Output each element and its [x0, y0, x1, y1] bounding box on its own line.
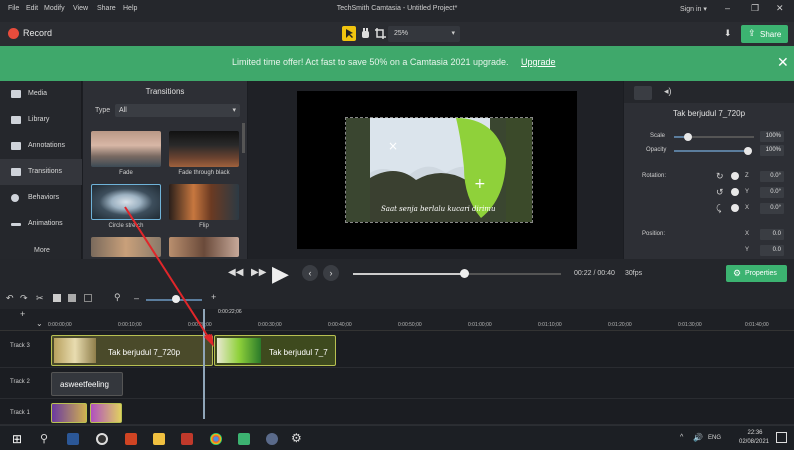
taskbar: ⊞ ⚲ ⚙ ^ 🔊 ENG 22:36 02/08/2021 [0, 425, 794, 450]
word-icon[interactable] [67, 433, 79, 445]
language-indicator[interactable]: ENG [708, 435, 721, 441]
clock-time[interactable]: 22:36 [736, 430, 774, 436]
windows-start-icon[interactable]: ⊞ [12, 432, 22, 446]
powerpoint-icon[interactable] [125, 433, 137, 445]
camtasia-icon[interactable] [238, 433, 250, 445]
notifications-icon[interactable] [776, 432, 787, 443]
settings-icon[interactable]: ⚙ [291, 431, 302, 445]
media-player-icon[interactable] [96, 433, 108, 445]
chrome-icon[interactable] [210, 433, 222, 445]
annotation-arrow-icon [124, 206, 214, 347]
camtasia-window: File Edit Modify View Share Help TechSmi… [0, 0, 794, 450]
file-explorer-icon[interactable] [153, 433, 165, 445]
volume-icon[interactable]: 🔊 [693, 433, 703, 442]
app-icon[interactable] [181, 433, 193, 445]
search-icon[interactable]: ⚲ [40, 432, 48, 445]
app-icon[interactable] [266, 433, 278, 445]
tray-chevron-icon[interactable]: ^ [680, 434, 683, 441]
clock-date[interactable]: 02/08/2021 [732, 439, 776, 445]
